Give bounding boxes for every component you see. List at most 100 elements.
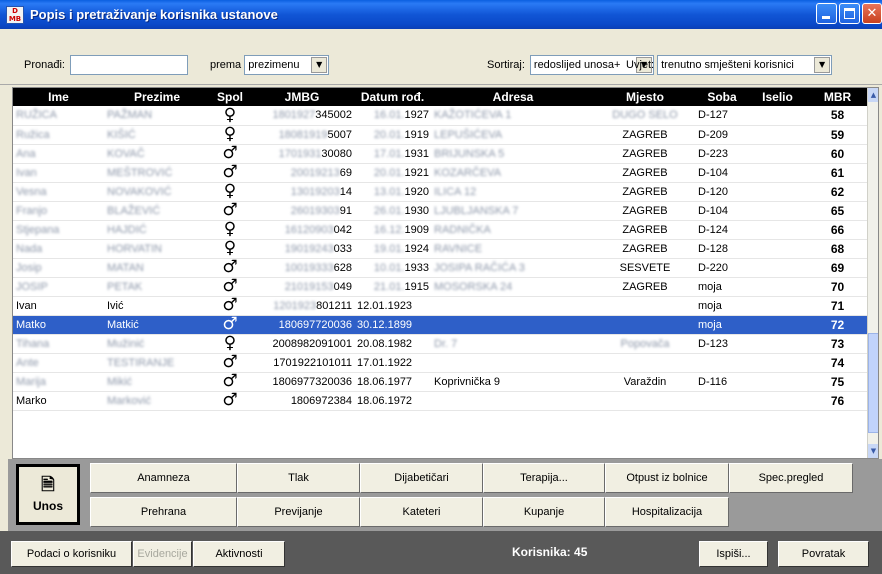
cell-datum-hidden: 10.01. <box>373 261 405 274</box>
cell-mjesto: Varaždin <box>623 375 667 388</box>
cell-mbr: 66 <box>830 222 845 237</box>
otpust-button[interactable]: Otpust iz bolnice <box>605 463 729 493</box>
column-header[interactable]: Ime <box>13 88 104 106</box>
cell-jmbg-hidden: 13019203 <box>290 185 340 198</box>
prehrana-button[interactable]: Prehrana <box>90 497 237 527</box>
cell-datum: 12.01.1923 <box>357 299 413 312</box>
vertical-scrollbar[interactable]: ▲ ▼ <box>867 88 878 458</box>
cell-ime: Marija <box>16 375 46 388</box>
search-input[interactable] <box>69 55 188 75</box>
unos-button[interactable]: 🗎 Unos <box>16 464 80 525</box>
column-header[interactable]: Adresa <box>431 88 595 106</box>
cell-adresa: JOSIPA RAČIĆA 3 <box>434 261 525 274</box>
scroll-down-icon[interactable]: ▼ <box>868 444 878 458</box>
chevron-down-icon[interactable]: ▼ <box>814 57 831 73</box>
column-header[interactable]: Datum rođ. <box>354 88 431 106</box>
column-header[interactable]: Prezime <box>104 88 210 106</box>
cell-ime: RUŽICA <box>16 109 57 122</box>
kateteri-button[interactable]: Kateteri <box>360 497 483 527</box>
condition-select[interactable]: trenutno smješteni korisnici ▼ <box>657 55 833 75</box>
spec-pregled-button[interactable]: Spec.pregled <box>729 463 853 493</box>
column-header[interactable]: Iselio <box>749 88 806 106</box>
cell-mbr: 68 <box>830 241 845 256</box>
maximize-icon <box>844 8 855 19</box>
cell-datum-hidden: 20.01. <box>373 128 405 141</box>
gender-icon: ♂ <box>222 201 238 220</box>
footer-bar: Podaci o korisniku Evidencije Aktivnosti… <box>0 531 882 574</box>
table-row[interactable]: Marija Mikić ♂ 1806977320036 18.06.1977 Kopri… <box>13 372 869 392</box>
cell-mbr: 60 <box>830 146 845 161</box>
cell-prezime: TESTIRANJE <box>107 356 175 369</box>
cell-datum: 1930 <box>404 204 429 217</box>
table-row[interactable]: Ivan MEŠTROVIĆ ♂ 2001921369 20.01.1921 KOZARČ… <box>13 163 869 183</box>
cell-jmbg: 1806977320036 <box>272 375 352 388</box>
povratak-button[interactable]: Povratak <box>778 541 869 567</box>
column-header[interactable]: Mjesto <box>595 88 695 106</box>
table-row[interactable]: JOSIP PETAK ♂ 21019153049 21.01.1915 MOSORSKA… <box>13 277 869 297</box>
tlak-button[interactable]: Tlak <box>237 463 360 493</box>
table-row[interactable]: Nada HORVATIN ♀ 19019243033 19.01.1924 RAVNIC… <box>13 239 869 259</box>
cell-prezime: Matkić <box>107 318 139 331</box>
anamneza-button[interactable]: Anamneza <box>90 463 237 493</box>
table-row[interactable]: Stjepana HAJDIĆ ♀ 16120903042 16.12.1909 RADN… <box>13 220 869 240</box>
cell-jmbg: 69 <box>339 166 352 179</box>
podaci-o-korisniku-button[interactable]: Podaci o korisniku <box>11 541 132 567</box>
table-row[interactable]: Ružica KIŠIĆ ♀ 180819195007 20.01.1919 LEPUŠI… <box>13 125 869 145</box>
ispisi-button[interactable]: Ispiši... <box>699 541 768 567</box>
table-row[interactable]: Ivan Ivić ♂ 1201923801211 12.01.1923 moja 71 <box>13 296 869 316</box>
cell-soba: D-124 <box>698 223 728 236</box>
table-row[interactable]: Ante TESTIRANJE ♂ 1701922101011 17.01.1922 74 <box>13 353 869 373</box>
cell-soba: D-123 <box>698 337 728 350</box>
dijabeticari-button[interactable]: Dijabetičari <box>360 463 483 493</box>
terapija-button[interactable]: Terapija... <box>483 463 605 493</box>
cell-jmbg: 345002 <box>315 109 352 122</box>
cell-mbr: 76 <box>830 393 845 408</box>
cell-prezime: PETAK <box>107 280 143 293</box>
cell-jmbg-hidden: 18081919 <box>278 128 328 141</box>
column-header[interactable]: MBR <box>806 88 869 106</box>
previjanje-button[interactable]: Previjanje <box>237 497 360 527</box>
cell-prezime: HORVATIN <box>107 242 163 255</box>
cell-mbr: 71 <box>830 298 845 313</box>
gender-icon: ♀ <box>223 125 237 144</box>
table-row[interactable]: Vesna NOVAKOVIĆ ♀ 1301920314 13.01.1920 ILICA… <box>13 182 869 202</box>
gender-icon: ♂ <box>222 391 238 410</box>
scroll-thumb[interactable] <box>868 333 878 433</box>
cell-mjesto: ZAGREB <box>622 147 668 160</box>
users-grid: Ime Prezime Spol JMBG Datum rođ. Adresa … <box>12 87 879 459</box>
scroll-up-icon[interactable]: ▲ <box>868 88 878 102</box>
gender-icon: ♀ <box>223 182 237 201</box>
cell-jmbg: 91 <box>339 204 352 217</box>
cell-soba: D-220 <box>698 261 728 274</box>
column-header[interactable]: Spol <box>210 88 250 106</box>
table-row[interactable]: Josip MATAN ♂ 10019333628 10.01.1933 JOSIPA R… <box>13 258 869 278</box>
cell-jmbg-hidden: 10019333 <box>284 261 334 274</box>
cell-mbr: 59 <box>830 127 845 142</box>
table-row[interactable]: Tihana Mužinić ♀ 2008982091001 20.08.1982 Dr.… <box>13 334 869 354</box>
column-header[interactable]: Soba <box>695 88 749 106</box>
table-row[interactable]: Marko Marković ♂ 1806972384 18.06.1972 76 <box>13 391 869 411</box>
cell-soba: D-104 <box>698 204 728 217</box>
table-row[interactable]: Matko Matkić ♂ 180697720036 30.12.1899 moja 72 <box>13 315 869 335</box>
column-header[interactable]: JMBG <box>250 88 354 106</box>
close-button[interactable]: ✕ <box>862 3 882 24</box>
minimize-button[interactable] <box>816 3 837 24</box>
maximize-button[interactable] <box>839 3 860 24</box>
cell-soba: moja <box>698 299 722 312</box>
search-label: Pronađi: <box>24 59 65 71</box>
search-by-select[interactable]: prezimenu ▼ <box>244 55 330 75</box>
cell-jmbg-hidden: 1701931 <box>278 147 322 160</box>
cell-datum: 1924 <box>404 242 429 255</box>
chevron-down-icon[interactable]: ▼ <box>311 57 328 73</box>
kupanje-button[interactable]: Kupanje <box>483 497 605 527</box>
aktivnosti-button[interactable]: Aktivnosti <box>193 541 285 567</box>
cell-adresa: KAŽOTIĆEVA 1 <box>434 109 512 122</box>
gender-icon: ♀ <box>223 239 237 258</box>
minimize-icon <box>822 16 830 19</box>
hospitalizacija-button[interactable]: Hospitalizacija <box>605 497 729 527</box>
cell-prezime: Mikić <box>107 375 133 388</box>
table-row[interactable]: Franjo BLAŽEVIĆ ♂ 2601930391 26.01.1930 LJUBL… <box>13 201 869 221</box>
table-row[interactable]: Ana KOVAČ ♂ 170193130080 17.01.1931 BRIJUNSKA… <box>13 144 869 164</box>
table-row[interactable]: RUŽICA PAŽMAN ♀ 1801927345002 16.01.1927 KAŽO… <box>13 106 869 126</box>
cell-jmbg: 2008982091001 <box>272 337 352 350</box>
